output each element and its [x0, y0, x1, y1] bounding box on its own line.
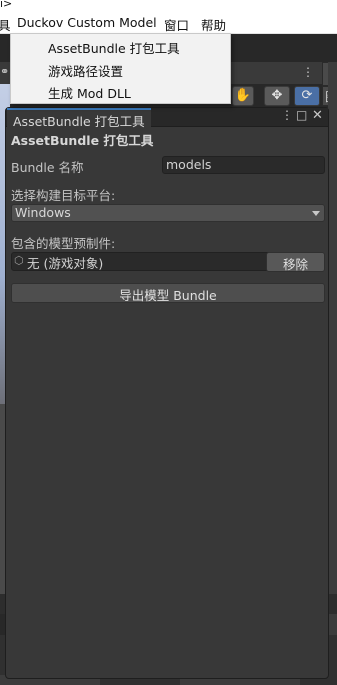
menu-item-window[interactable]: 窗口	[164, 15, 189, 34]
window-menu-icon[interactable]: ⋮	[281, 108, 293, 122]
window-title-bar: AssetBundle 打包工具 ⋮ □ ✕	[6, 108, 328, 129]
tab-label: AssetBundle 打包工具	[13, 114, 145, 129]
menu-item-fragment[interactable]: 具	[0, 15, 11, 34]
scene-link-icon: ⚭	[0, 65, 10, 78]
close-window-icon[interactable]: ✕	[312, 108, 323, 123]
menu-item-help[interactable]: 帮助	[201, 15, 226, 34]
menu-item-duckov-custom-model[interactable]: Duckov Custom Model	[17, 15, 157, 30]
rotate-icon: ⟳	[301, 88, 313, 103]
export-bundle-button[interactable]: 导出模型 Bundle	[11, 283, 325, 303]
move-tool-button[interactable]: ✥	[264, 86, 290, 106]
menu-option-game-path-settings[interactable]: 游戏路径设置	[48, 61, 123, 80]
platform-dropdown[interactable]: Windows	[11, 204, 325, 222]
window-heading: AssetBundle 打包工具	[11, 133, 154, 148]
cut-off-text: ı>	[0, 0, 13, 10]
tab-assetbundle-tool[interactable]: AssetBundle 打包工具	[7, 108, 151, 129]
menu-option-generate-mod-dll[interactable]: 生成 Mod DLL	[48, 83, 131, 102]
more-options-icon[interactable]: ⋮	[302, 65, 314, 79]
bundle-name-field[interactable]: models	[162, 156, 325, 174]
chevron-down-icon	[312, 211, 320, 216]
menu-option-assetbundle-tool[interactable]: AssetBundle 打包工具	[48, 38, 180, 57]
dropdown-menu: AssetBundle 打包工具 游戏路径设置 生成 Mod DLL	[10, 33, 231, 104]
right-dock-panel	[328, 62, 337, 685]
rotate-tool-button[interactable]: ⟳	[294, 86, 320, 106]
prefabs-label: 包含的模型预制件:	[11, 236, 116, 251]
remove-button[interactable]: 移除	[266, 252, 325, 272]
menu-bar: 具 Duckov Custom Model 窗口 帮助	[0, 12, 337, 34]
hand-tool-button[interactable]: ✋	[232, 86, 254, 106]
platform-label: 选择构建目标平台:	[11, 188, 116, 203]
window-top-strip: ı>	[0, 0, 337, 12]
move-icon: ✥	[271, 88, 283, 103]
assetbundle-tool-window: AssetBundle 打包工具 ⋮ □ ✕ AssetBundle 打包工具 …	[5, 107, 329, 679]
prefab-field-value: 无 (游戏对象)	[27, 256, 104, 271]
platform-value: Windows	[15, 205, 71, 220]
bundle-name-label: Bundle 名称	[11, 160, 84, 175]
maximize-icon[interactable]: □	[296, 108, 307, 122]
gameobject-icon: ⬡	[14, 254, 24, 267]
hand-icon: ✋	[234, 88, 252, 103]
bundle-name-value: models	[166, 157, 212, 172]
prefab-object-field[interactable]: ⬡ 无 (游戏对象) ⊙	[11, 252, 290, 271]
